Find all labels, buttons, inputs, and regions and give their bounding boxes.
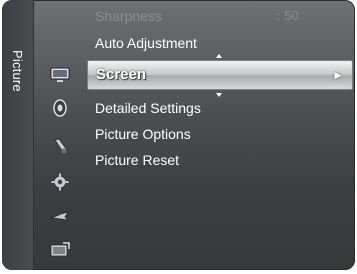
picture-icon[interactable] xyxy=(49,64,71,84)
osd-panel: Picture Sharpness: 50 Auto Adjustment S… xyxy=(2,0,355,270)
channel-icon[interactable] xyxy=(49,136,71,156)
category-tab: Picture xyxy=(2,0,34,270)
setup-icon[interactable] xyxy=(49,172,71,192)
category-icon-column xyxy=(33,0,116,270)
input-icon[interactable] xyxy=(49,206,71,226)
menu-item-screen-label: Screen xyxy=(96,66,147,83)
menu-item-auto-adjustment[interactable]: Auto Adjustment xyxy=(95,32,197,54)
settings-menu: Sharpness : 50 Auto Adjustment Screen ► … xyxy=(87,0,355,270)
menu-item-picture-options[interactable]: Picture Options xyxy=(95,123,191,145)
sound-icon[interactable] xyxy=(49,98,71,118)
menu-item-sharpness[interactable]: Sharpness xyxy=(95,5,162,27)
sharpness-value: : 50 xyxy=(277,8,299,23)
menu-item-picture-reset[interactable]: Picture Reset xyxy=(95,149,179,171)
menu-item-detailed-settings[interactable]: Detailed Settings xyxy=(95,97,201,119)
category-tab-label: Picture xyxy=(10,50,25,92)
scroll-up-indicator xyxy=(216,54,222,58)
tv-menu-frame: Picture Sharpness: 50 Auto Adjustment S… xyxy=(2,0,355,274)
submenu-arrow-icon: ► xyxy=(332,68,344,82)
menu-item-screen[interactable]: Screen ► xyxy=(87,60,353,90)
scroll-down-indicator xyxy=(216,93,222,97)
application-icon[interactable] xyxy=(49,240,71,260)
